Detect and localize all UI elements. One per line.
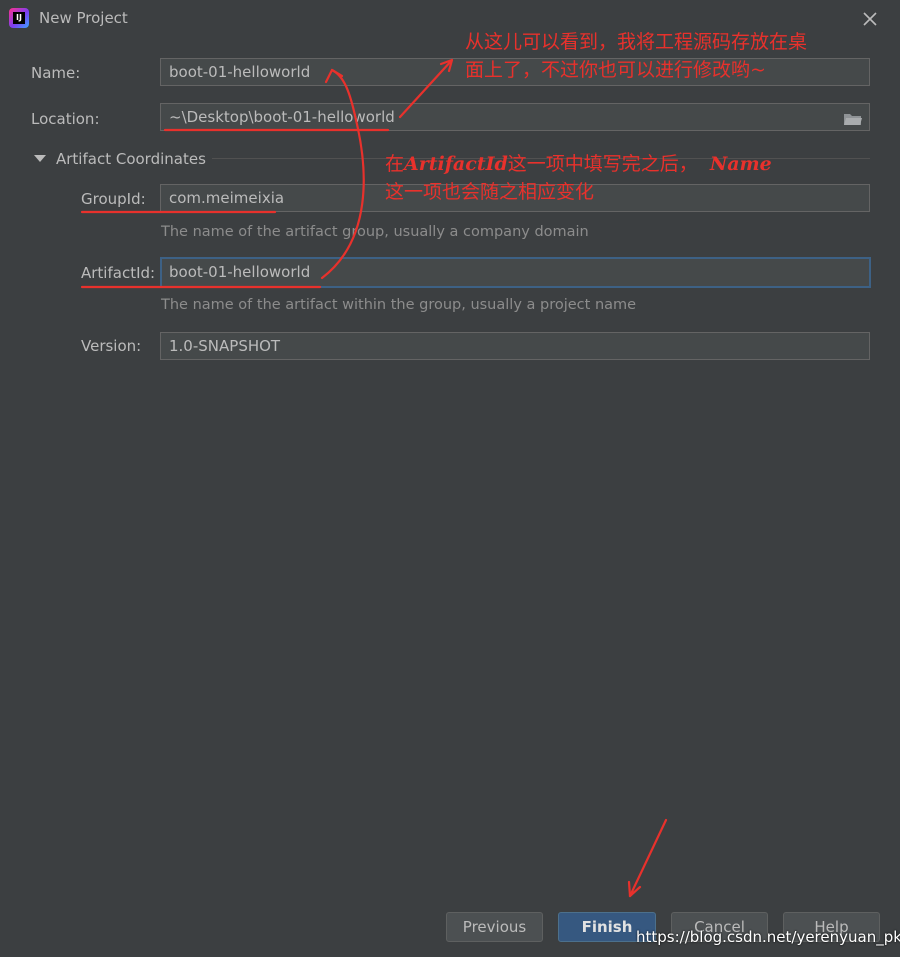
annotation-artifactid-line2: 这一项也会随之相应变化	[385, 181, 595, 203]
groupid-label: GroupId:	[81, 190, 146, 208]
version-input[interactable]: 1.0-SNAPSHOT	[160, 332, 870, 360]
previous-button[interactable]: Previous	[446, 912, 543, 942]
location-label: Location:	[31, 110, 100, 128]
annotation-location-line1: 从这儿可以看到，我将工程源码存放在桌	[465, 31, 808, 53]
intellij-app-icon: IJ	[9, 8, 29, 28]
artifactid-input[interactable]: boot-01-helloworld	[160, 257, 871, 288]
annotation-text: 在	[385, 153, 405, 175]
location-input[interactable]: ~\Desktop\boot-01-helloworld	[160, 103, 870, 131]
annotation-emphasis: Name	[709, 153, 772, 175]
name-label: Name:	[31, 64, 81, 82]
section-title: Artifact Coordinates	[56, 150, 206, 168]
artifactid-label: ArtifactId:	[81, 264, 156, 282]
watermark: https://blog.csdn.net/yerenyuan_pku	[636, 928, 900, 946]
groupid-hint: The name of the artifact group, usually …	[161, 224, 589, 240]
folder-icon[interactable]	[843, 111, 863, 127]
annotation-emphasis: ArtifactId	[404, 153, 508, 175]
finish-arrow-head	[627, 880, 642, 898]
artifactid-hint: The name of the artifact within the grou…	[161, 297, 637, 313]
close-icon[interactable]	[859, 8, 881, 30]
curved-arrow-line	[320, 68, 365, 280]
annotation-location-line2: 面上了，不过你也可以进行修改哟~	[465, 59, 766, 81]
window-title: New Project	[39, 9, 128, 27]
finish-arrow-line	[628, 818, 668, 898]
version-label: Version:	[81, 337, 142, 355]
annotation-artifactid-line1: 在ArtifactId这一项中填写完之后， Name	[385, 150, 772, 178]
annotation-overlay	[80, 58, 668, 898]
annotation-text: 这一项中填写完之后，	[507, 153, 698, 175]
collapse-triangle-icon	[34, 155, 46, 162]
